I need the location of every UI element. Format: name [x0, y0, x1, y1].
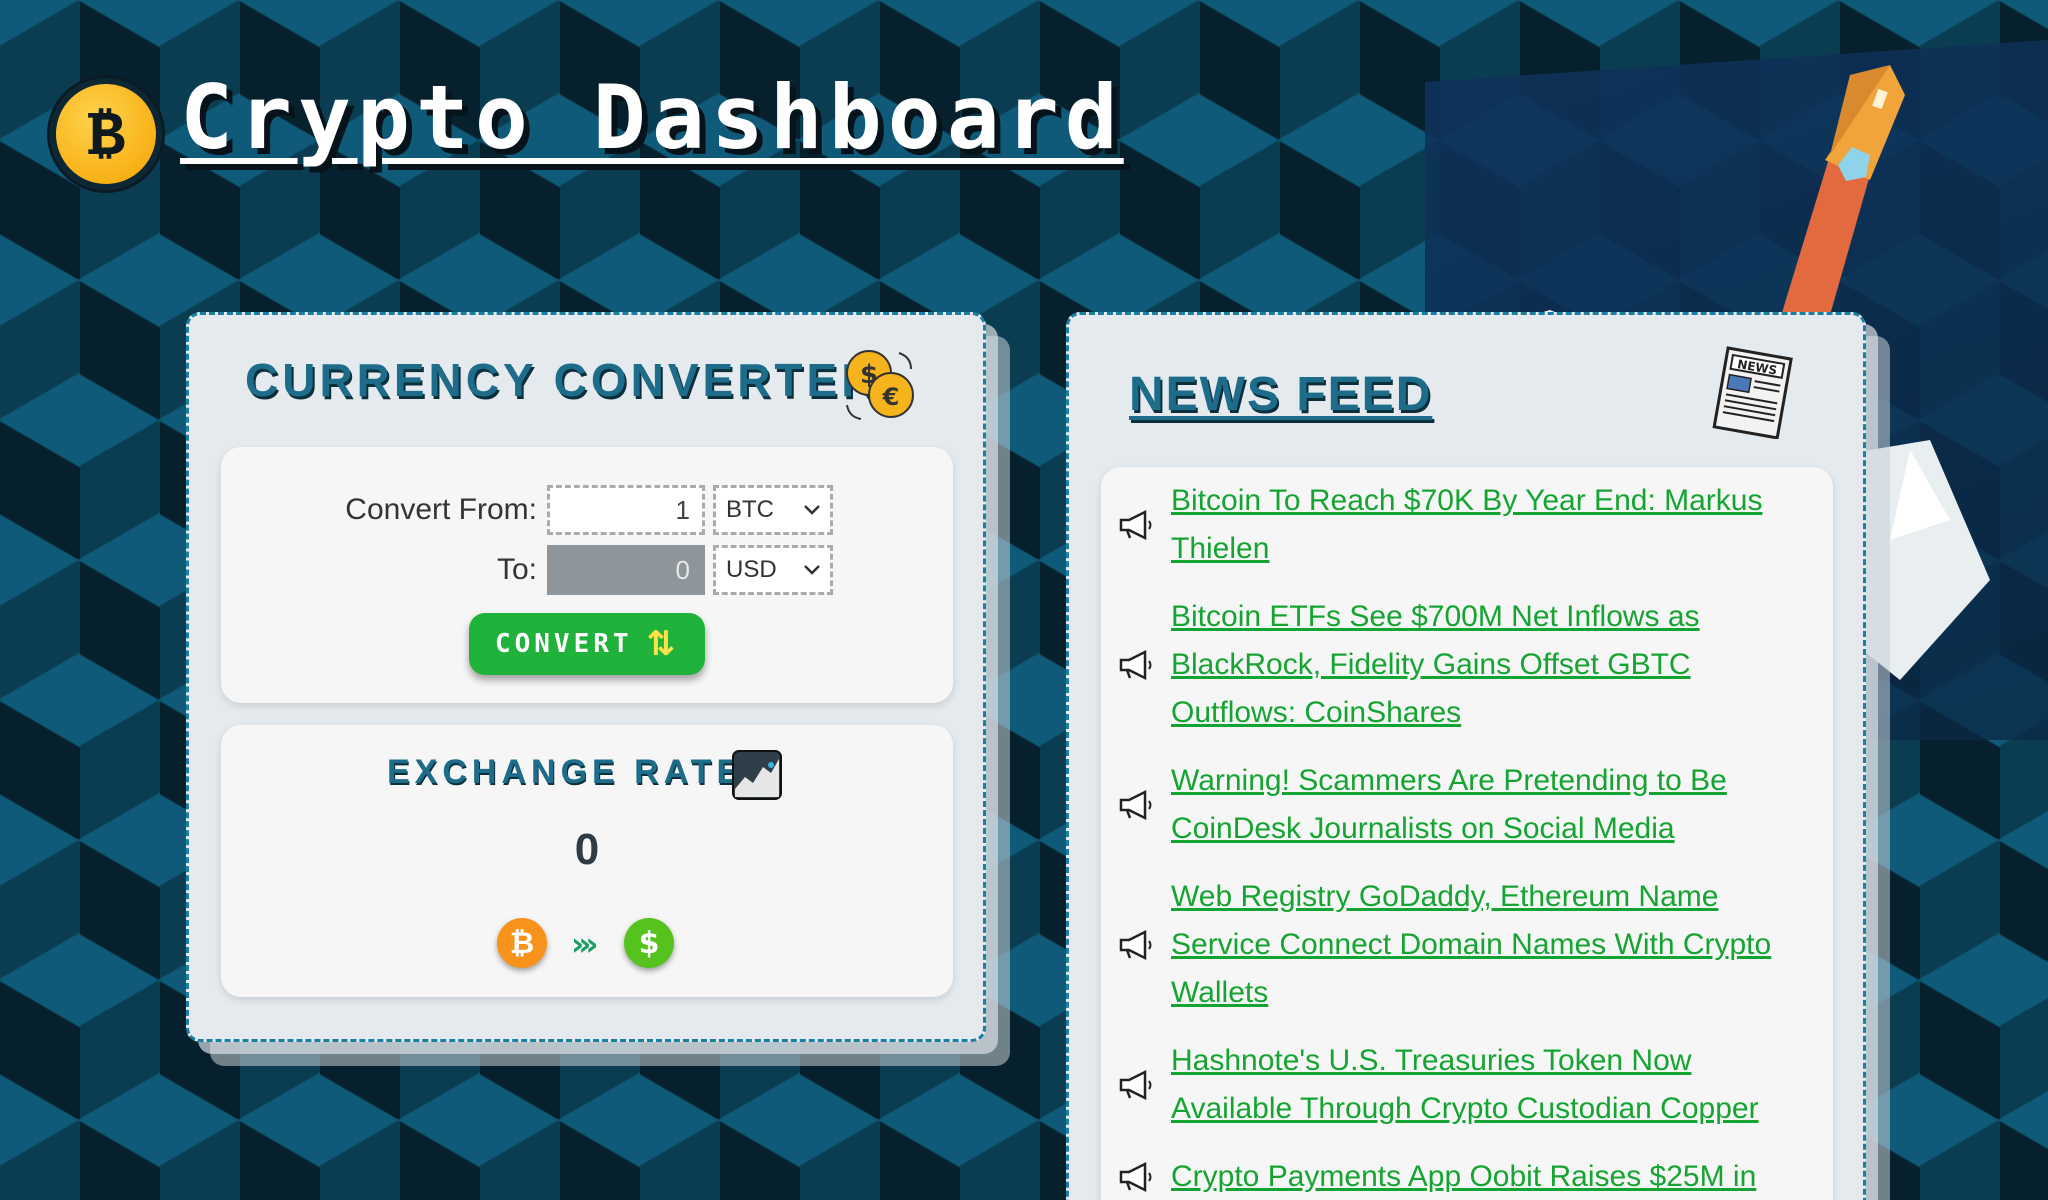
megaphone-icon [1101, 790, 1171, 820]
exchange-rate-value: 0 [574, 825, 600, 874]
to-currency-select[interactable]: USD [713, 545, 833, 595]
converter-card-body: CURRENCY CONVERTER $ € Convert From: BTC… [186, 312, 986, 1042]
from-amount-input[interactable] [547, 485, 705, 535]
news-headline-link[interactable]: Crypto Payments App Oobit Raises $25M in [1171, 1153, 1811, 1200]
convert-button-label: CONVERT [494, 629, 633, 659]
bitcoin-logo-icon: ₿ [50, 78, 162, 190]
bitcoin-coin-icon: ₿ [497, 918, 547, 968]
news-headline-link[interactable]: Bitcoin To Reach $70K By Year End: Marku… [1171, 477, 1811, 573]
news-headline-link[interactable]: Bitcoin ETFs See $700M Net Inflows as Bl… [1171, 593, 1811, 737]
swap-arrows-icon: ⇅ [646, 624, 680, 664]
exchange-rate-title: EXCHANGE RATE [387, 753, 745, 791]
news-item: Crypto Payments App Oobit Raises $25M in [1101, 1153, 1833, 1200]
arrow-right-icon: ››› [571, 925, 598, 963]
news-item: Bitcoin ETFs See $700M Net Inflows as Bl… [1101, 593, 1833, 737]
chart-icon [732, 750, 782, 800]
news-item: Web Registry GoDaddy, Ethereum Name Serv… [1101, 873, 1833, 1017]
convert-button[interactable]: CONVERT ⇅ [469, 613, 705, 675]
convert-from-row: Convert From: BTC [221, 485, 833, 535]
news-card-body: NEWS FEED NEWS Bitcoin To Reach $70K By … [1066, 312, 1866, 1200]
convert-to-row: To: USD [221, 545, 833, 595]
from-currency-select[interactable]: BTC [713, 485, 833, 535]
megaphone-icon [1101, 1070, 1171, 1100]
from-currency-value: BTC [726, 496, 774, 523]
news-headline-link[interactable]: Web Registry GoDaddy, Ethereum Name Serv… [1171, 873, 1811, 1017]
converter-title: CURRENCY CONVERTER [245, 354, 879, 406]
to-currency-value: USD [726, 556, 777, 583]
news-feed-title: NEWS FEED [1129, 368, 1433, 421]
to-amount-output [547, 545, 705, 595]
chevron-down-icon [804, 505, 820, 515]
news-list: Bitcoin To Reach $70K By Year End: Marku… [1101, 467, 1833, 1200]
newspaper-icon: NEWS [1712, 346, 1793, 439]
news-item: Bitcoin To Reach $70K By Year End: Marku… [1101, 477, 1833, 573]
megaphone-icon [1101, 1162, 1171, 1192]
convert-from-label: Convert From: [345, 493, 537, 526]
dollar-coin-icon: $ [624, 918, 674, 968]
megaphone-icon [1101, 930, 1171, 960]
app-title: Crypto Dashboard [180, 66, 1124, 169]
news-item: Warning! Scammers Are Pretending to Be C… [1101, 757, 1833, 853]
chevron-down-icon [804, 565, 820, 575]
convert-to-label: To: [496, 553, 537, 586]
megaphone-icon [1101, 510, 1171, 540]
exchange-rate-panel: EXCHANGE RATE 0 ₿ ››› $ [221, 725, 953, 997]
news-feed-card: NEWS FEED NEWS Bitcoin To Reach $70K By … [1066, 312, 1890, 1200]
currency-exchange-icon: $ € [846, 350, 914, 420]
svg-text:€: € [882, 383, 900, 411]
news-item: Hashnote's U.S. Treasuries Token Now Ava… [1101, 1037, 1833, 1133]
converter-form: Convert From: BTC To: USD CONVERT ⇅ [221, 447, 953, 703]
news-headline-link[interactable]: Warning! Scammers Are Pretending to Be C… [1171, 757, 1811, 853]
currency-converter-card: CURRENCY CONVERTER $ € Convert From: BTC… [186, 312, 1010, 1066]
megaphone-icon [1101, 650, 1171, 680]
news-headline-link[interactable]: Hashnote's U.S. Treasuries Token Now Ava… [1171, 1037, 1811, 1133]
